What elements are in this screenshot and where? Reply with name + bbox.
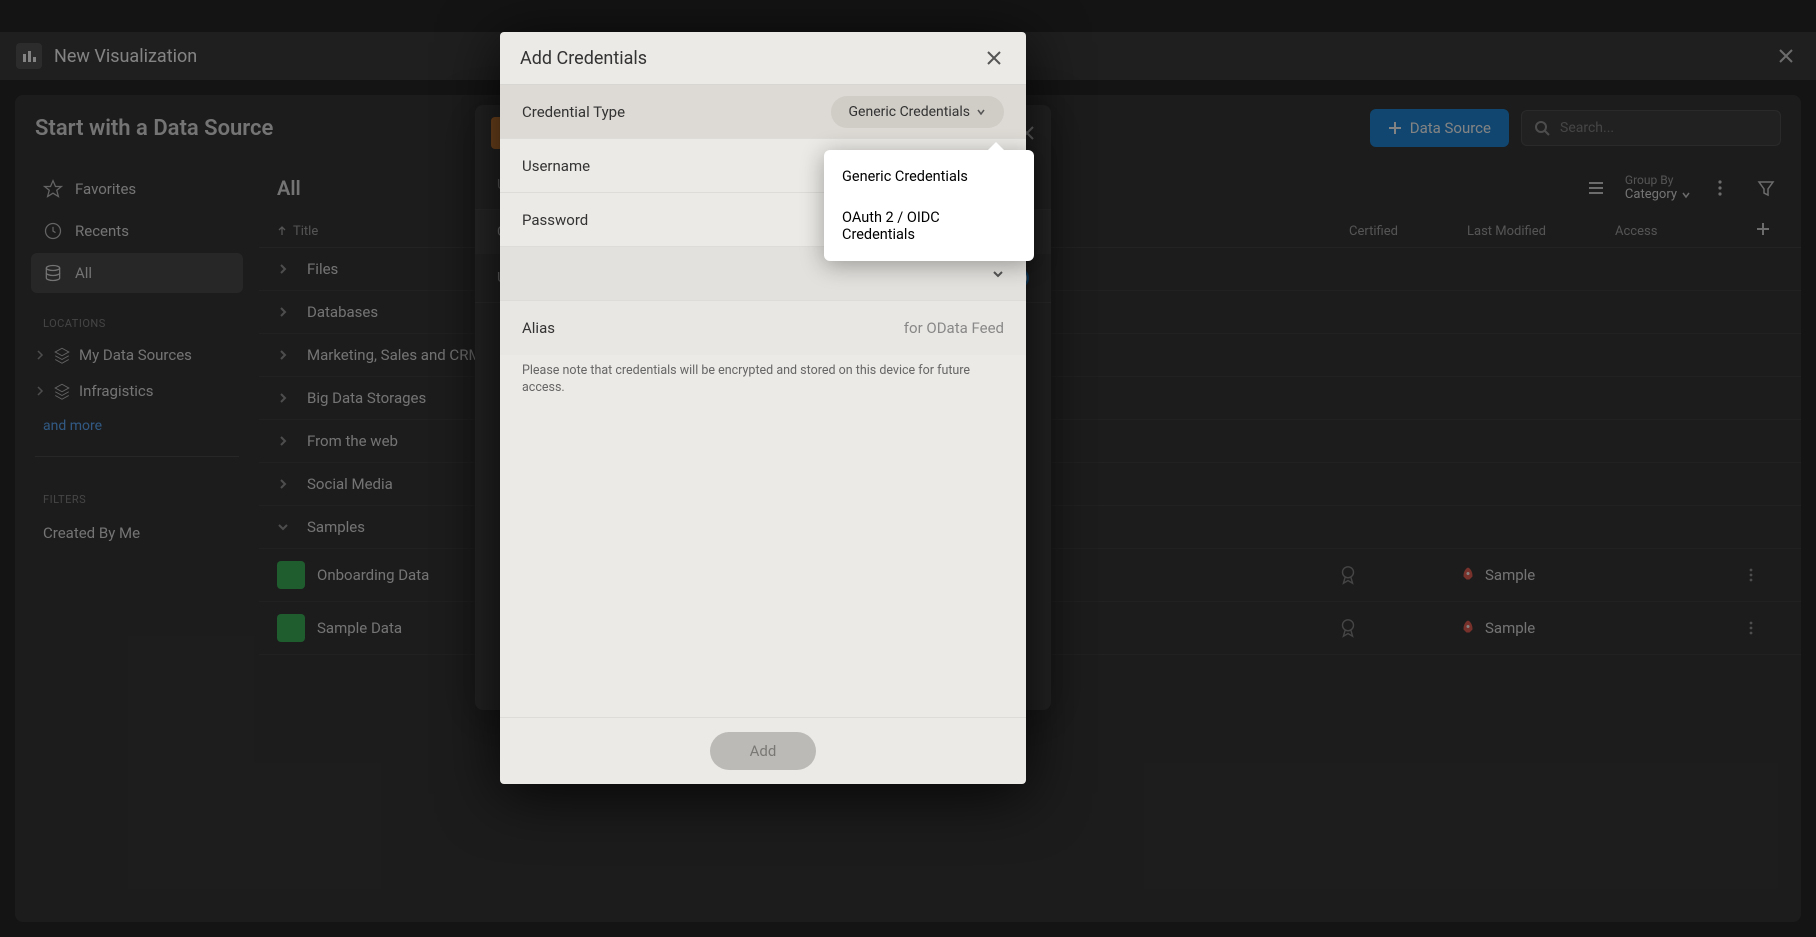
close-icon — [986, 50, 1002, 66]
menu-item-oauth[interactable]: OAuth 2 / OIDC Credentials — [824, 197, 1034, 255]
alias-value: for OData Feed — [904, 319, 1004, 337]
cred-modal-title: Add Credentials — [520, 48, 647, 69]
encryption-note: Please note that credentials will be enc… — [500, 355, 1026, 415]
credential-type-row: Credential Type Generic Credentials — [500, 85, 1026, 139]
chevron-down-icon — [992, 268, 1004, 280]
cred-modal-close-button[interactable] — [982, 46, 1006, 70]
credential-type-menu: Generic Credentials OAuth 2 / OIDC Crede… — [824, 150, 1034, 261]
add-credentials-modal: Add Credentials Credential Type Generic … — [500, 32, 1026, 784]
alias-label: Alias — [522, 319, 555, 337]
menu-item-generic[interactable]: Generic Credentials — [824, 156, 1034, 197]
add-button[interactable]: Add — [710, 732, 817, 770]
password-label: Password — [522, 211, 588, 229]
credential-type-label: Credential Type — [522, 103, 625, 121]
credential-type-dropdown[interactable]: Generic Credentials — [831, 96, 1005, 128]
username-label: Username — [522, 157, 590, 175]
alias-row[interactable]: Alias for OData Feed — [500, 301, 1026, 355]
chevron-down-icon — [976, 107, 986, 117]
